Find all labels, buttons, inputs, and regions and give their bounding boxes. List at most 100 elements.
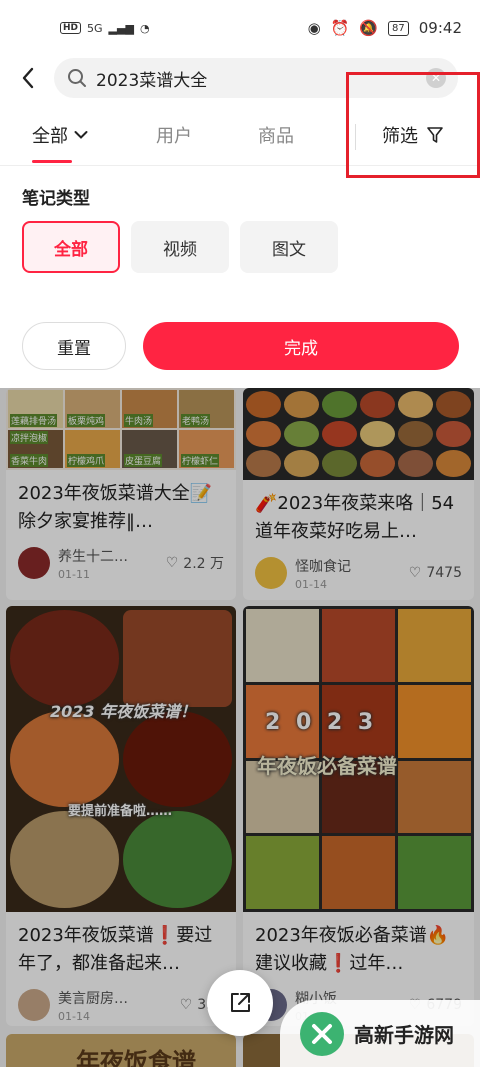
post-date: 01-14 [295,577,327,591]
dish-label: 柠檬虾仁 [181,454,220,467]
note-card[interactable]: 2 0 2 3 年夜饭必备菜谱 2023年夜饭必备菜谱🔥建议收藏❗过年… 糊小饭… [243,606,474,1026]
dish-label: 牛肉汤 [124,414,154,427]
like-count: 2.2 万 [183,556,224,572]
card-meta: 怪咖食记 01-14 ♡ 7475 [243,546,474,592]
status-right: ◉ ⏰ 🔕 87 09:42 [308,19,462,37]
like-button[interactable]: ♡ 7475 [409,565,462,581]
author-name: 养生十二… [58,548,128,565]
tab-active-indicator [32,160,72,163]
food-photo: 板栗炖鸡 [65,390,120,428]
chevron-down-icon [74,131,88,139]
dish-label: 莲藕排骨汤 [10,414,58,427]
share-icon [231,993,250,1012]
back-button[interactable] [12,62,44,94]
wifi-icon: ◔ [139,21,150,35]
card-image: 年夜饭食谱 [6,1034,236,1067]
avatar[interactable] [255,557,287,589]
card-title: 2023年夜饭菜谱大全📝除夕家宴推荐‖… [18,483,213,532]
avatar[interactable] [18,989,50,1021]
note-type-title: 笔记类型 [22,189,90,209]
card-image: 2023 年夜饭菜谱！ 要提前准备啦…… [6,606,236,912]
site-watermark: 高新手游网 [280,1000,480,1067]
card-image: 2 0 2 3 年夜饭必备菜谱 [243,606,474,912]
food-photo: 皮蛋豆腐 [122,430,177,468]
tab-all[interactable]: 全部 [32,122,88,148]
reset-button[interactable]: 重置 [22,322,126,370]
note-card[interactable]: 年夜饭食谱 [6,1034,236,1067]
card-image [243,388,474,480]
author-name: 怪咖食记 [295,558,351,575]
food-photo: 凉拌泡椒 香菜牛肉 [8,430,63,468]
filter-button[interactable]: 筛选 [382,122,444,148]
eye-icon: ◉ [307,19,321,37]
food-photo: 牛肉汤 [122,390,177,428]
tab-products[interactable]: 商品 [258,122,294,148]
watermark-text: 高新手游网 [354,1023,454,1047]
post-date: 01-11 [58,567,90,581]
card-meta: 美言厨房… 01-14 ♡ 336 [6,978,236,1024]
tab-divider [355,124,356,150]
done-button[interactable]: 完成 [143,322,459,370]
dish-label: 柠檬鸡爪 [67,454,106,467]
food-photo: 老鸭汤 [179,390,234,428]
clock: 09:42 [418,19,462,37]
note-card[interactable]: 2023 年夜饭菜谱！ 要提前准备啦…… 2023年夜饭菜谱❗要过年了，都准备起… [6,606,236,1026]
filter-label: 筛选 [382,126,418,147]
mute-icon: 🔕 [359,19,379,37]
funnel-icon [427,127,443,143]
chip-image-text[interactable]: 图文 [240,221,338,273]
food-photo: 柠檬鸡爪 [65,430,120,468]
note-card[interactable]: 莲藕排骨汤 板栗炖鸡 牛肉汤 老鸭汤 凉拌泡椒香菜牛肉 柠檬鸡爪 皮蛋豆腐 柠檬… [6,388,236,600]
author-info: 怪咖食记 01-14 [295,556,351,591]
food-photo: 柠檬虾仁 [179,430,234,468]
card-title: 2023年夜饭必备菜谱🔥建议收藏❗过年… [255,925,450,974]
signal-icon: ▂▄▆ [108,21,134,35]
author-info: 美言厨房… 01-14 [58,988,128,1023]
network-indicator: 5G [87,21,103,35]
card-title: 🧨2023年夜菜来咯｜54道年夜菜好吃易上… [255,493,455,542]
chip-all[interactable]: 全部 [22,221,120,273]
image-overlay-text: 年夜饭食谱 [76,1048,196,1067]
image-overlay-text: 2 0 2 3 [265,710,378,735]
food-photo: 莲藕排骨汤 [8,390,63,428]
search-input[interactable]: 2023菜谱大全 ✕ [54,58,458,98]
back-arrow-icon [22,67,34,89]
avatar[interactable] [18,547,50,579]
filter-panel: 笔记类型 全部 视频 图文 重置 完成 [0,166,480,388]
heart-icon: ♡ [179,997,193,1013]
watermark-logo-icon [300,1011,344,1056]
like-count: 7475 [426,565,462,581]
author-info: 养生十二… 01-11 [58,546,128,581]
image-overlay-text: 2023 年夜饭菜谱！ [50,702,197,721]
status-bar: HD 5G ▂▄▆ ◔ ◉ ⏰ 🔕 87 09:42 [0,0,480,56]
clear-icon[interactable]: ✕ [426,68,446,88]
hd-indicator: HD [60,22,82,34]
search-icon [68,69,86,87]
dish-label: 香菜牛肉 [10,454,49,467]
dish-label: 皮蛋豆腐 [124,454,163,467]
dish-label: 凉拌泡椒 [10,431,49,444]
dish-label: 老鸭汤 [181,414,211,427]
author-name: 美言厨房… [58,990,128,1007]
battery-icon: 87 [388,20,409,36]
search-query: 2023菜谱大全 [96,70,208,91]
card-image: 莲藕排骨汤 板栗炖鸡 牛肉汤 老鸭汤 凉拌泡椒香菜牛肉 柠檬鸡爪 皮蛋豆腐 柠檬… [6,388,236,470]
dish-label: 板栗炖鸡 [67,414,106,427]
heart-icon: ♡ [165,555,179,571]
chip-video[interactable]: 视频 [131,221,229,273]
tab-users[interactable]: 用户 [156,122,192,148]
alarm-icon: ⏰ [330,19,350,37]
card-title: 2023年夜饭菜谱❗要过年了，都准备起来… [18,925,213,974]
results-feed: 莲藕排骨汤 板栗炖鸡 牛肉汤 老鸭汤 凉拌泡椒香菜牛肉 柠檬鸡爪 皮蛋豆腐 柠檬… [0,388,480,1067]
search-header: 2023菜谱大全 ✕ [0,56,480,104]
post-date: 01-14 [58,1009,90,1023]
status-left: HD 5G ▂▄▆ ◔ [60,22,150,35]
image-overlay-text: 年夜饭必备菜谱 [257,754,397,778]
image-overlay-text: 要提前准备啦…… [68,804,173,819]
heart-icon: ♡ [408,565,422,581]
note-card[interactable]: 🧨2023年夜菜来咯｜54道年夜菜好吃易上… 怪咖食记 01-14 ♡ 7475 [243,388,474,600]
card-meta: 养生十二… 01-11 ♡ 2.2 万 [6,536,236,582]
like-button[interactable]: ♡ 2.2 万 [166,553,224,573]
share-button[interactable] [207,970,273,1036]
tab-bar: 全部 用户 商品 筛选 [0,104,480,166]
